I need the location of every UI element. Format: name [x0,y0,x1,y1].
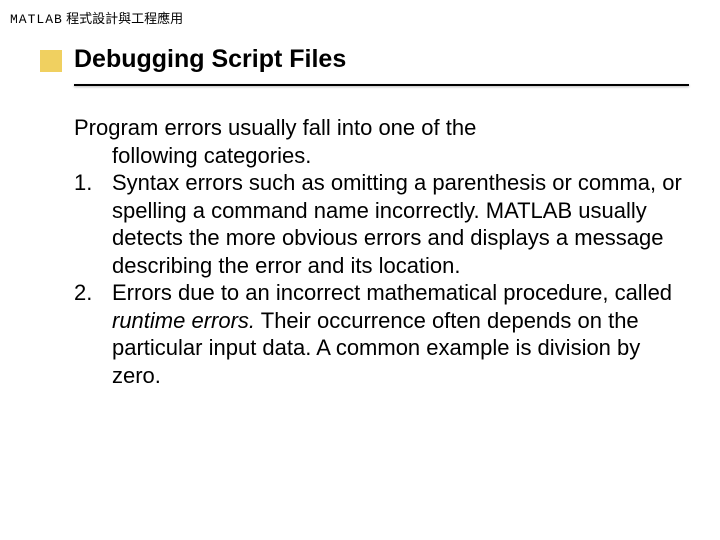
title-underline [74,84,689,86]
list-item-2: 2. Errors due to an incorrect mathematic… [74,279,684,389]
item2-before: Errors due to an incorrect mathematical … [112,280,672,305]
title-row: Debugging Script Files [40,45,720,74]
list-body-2: Errors due to an incorrect mathematical … [112,279,684,389]
list-number-1: 1. [74,169,112,279]
header-chinese: 程式設計與工程應用 [63,11,183,26]
intro-line2: following categories. [74,142,684,170]
list-number-2: 2. [74,279,112,389]
slide-title: Debugging Script Files [74,45,346,74]
item2-italic: runtime errors. [112,308,255,333]
page-header: MATLAB 程式設計與工程應用 [0,0,720,35]
content-body: Program errors usually fall into one of … [74,114,684,389]
list-body-1: Syntax errors such as omitting a parenth… [112,169,684,279]
list-item-1: 1. Syntax errors such as omitting a pare… [74,169,684,279]
header-matlab: MATLAB [10,12,63,27]
accent-square-icon [40,50,62,72]
intro-line1: Program errors usually fall into one of … [74,114,684,142]
title-section: Debugging Script Files [40,45,720,86]
